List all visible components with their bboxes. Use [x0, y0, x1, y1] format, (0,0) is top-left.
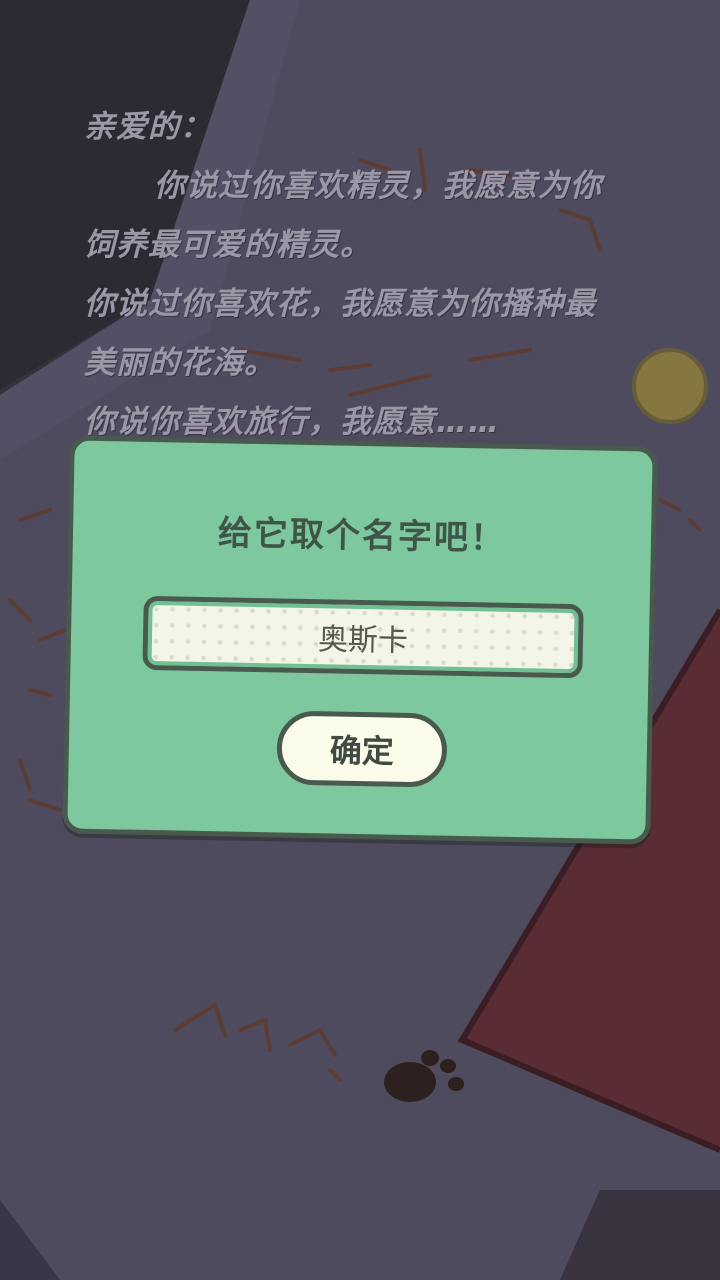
- naming-dialog: 给它取个名字吧！ 确定: [62, 435, 658, 845]
- letter-line: 你说过你喜欢花，我愿意为你播种最: [84, 286, 596, 322]
- letter-line: 你说过你喜欢精灵，我愿意为你: [154, 168, 602, 204]
- letter-text: 亲爱的： 你说过你喜欢精灵，我愿意为你 饲养最可爱的精灵。 你说过你喜欢花，我愿…: [84, 98, 664, 452]
- letter-line: 饲养最可爱的精灵。: [84, 227, 372, 263]
- letter-greeting: 亲爱的：: [84, 109, 212, 145]
- letter-line: 美丽的花海。: [84, 345, 276, 381]
- name-input[interactable]: [142, 595, 584, 679]
- coin-icon: [632, 348, 708, 424]
- dialog-title: 给它取个名字吧！: [217, 513, 507, 559]
- confirm-button[interactable]: 确定: [276, 710, 448, 788]
